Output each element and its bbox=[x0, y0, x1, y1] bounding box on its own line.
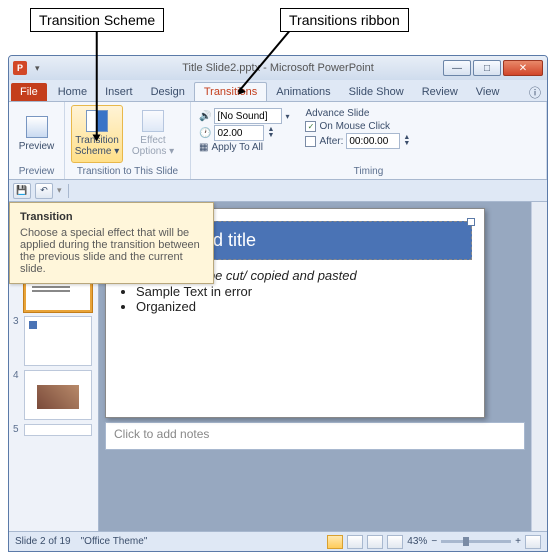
duration-input[interactable] bbox=[214, 125, 264, 141]
app-icon: P bbox=[13, 61, 27, 75]
slideshow-view-button[interactable] bbox=[387, 535, 403, 549]
titlebar: P ▾ Title Slide2.pptx - Microsoft PowerP… bbox=[9, 56, 547, 80]
thumb-number: 4 bbox=[13, 370, 21, 381]
effect-options-icon bbox=[142, 110, 164, 132]
annotation-ribbon: Transitions ribbon bbox=[280, 8, 409, 32]
tab-file[interactable]: File bbox=[11, 83, 47, 101]
reading-view-button[interactable] bbox=[367, 535, 383, 549]
app-window: P ▾ Title Slide2.pptx - Microsoft PowerP… bbox=[8, 55, 548, 552]
help-icon[interactable]: ⓘ bbox=[529, 84, 541, 101]
window-title: Title Slide2.pptx - Microsoft PowerPoint bbox=[182, 62, 374, 74]
on-mouse-click-label: On Mouse Click bbox=[319, 121, 390, 132]
undo-icon[interactable]: ↶ bbox=[35, 183, 53, 199]
quick-access: 💾 ↶ ▾ bbox=[9, 180, 547, 202]
qat-dropdown-icon[interactable]: ▾ bbox=[35, 63, 40, 74]
tooltip: Transition Choose a special effect that … bbox=[9, 202, 214, 284]
zoom-slider[interactable] bbox=[441, 540, 511, 543]
tab-view[interactable]: View bbox=[467, 83, 509, 101]
tab-slideshow[interactable]: Slide Show bbox=[340, 83, 413, 101]
vertical-scrollbar[interactable] bbox=[531, 202, 547, 531]
content-area: 1 2 3 4 5 Click to add title bbox=[9, 202, 547, 531]
ribbon-tabs: File Home Insert Design Transitions Anim… bbox=[9, 80, 547, 102]
spinner-icon[interactable]: ▲▼ bbox=[267, 127, 274, 138]
ribbon: Preview Preview Transition Scheme ▾ Effe… bbox=[9, 102, 547, 180]
tab-review[interactable]: Review bbox=[413, 83, 467, 101]
preview-icon bbox=[26, 116, 48, 138]
tab-animations[interactable]: Animations bbox=[267, 83, 339, 101]
sorter-view-button[interactable] bbox=[347, 535, 363, 549]
group-timing-label: Timing bbox=[191, 165, 546, 179]
thumbnail-5[interactable] bbox=[24, 424, 92, 436]
group-transition-label: Transition to This Slide bbox=[65, 165, 190, 179]
thumbnail-4[interactable] bbox=[24, 370, 92, 420]
bullet-item[interactable]: Organized bbox=[136, 299, 472, 314]
tooltip-body: Choose a special effect that will be app… bbox=[20, 227, 200, 275]
on-mouse-click-checkbox[interactable]: ✓ bbox=[305, 121, 316, 132]
normal-view-button[interactable] bbox=[327, 535, 343, 549]
zoom-out-button[interactable]: − bbox=[431, 536, 437, 547]
advance-slide-heading: Advance Slide bbox=[305, 108, 410, 119]
apply-all-icon: ▦ bbox=[199, 142, 208, 153]
thumb-number: 3 bbox=[13, 316, 21, 327]
close-button[interactable]: ✕ bbox=[503, 60, 543, 76]
duration-icon: 🕐 bbox=[199, 128, 211, 139]
theme-name: "Office Theme" bbox=[81, 536, 148, 547]
effect-options-button[interactable]: Effect Options ▾ bbox=[127, 105, 179, 163]
after-checkbox[interactable] bbox=[305, 136, 316, 147]
save-icon[interactable]: 💾 bbox=[13, 183, 31, 199]
notes-pane[interactable]: Click to add notes bbox=[105, 422, 525, 450]
sound-select[interactable] bbox=[214, 108, 282, 124]
slide-position: Slide 2 of 19 bbox=[15, 536, 71, 547]
tab-design[interactable]: Design bbox=[142, 83, 194, 101]
minimize-button[interactable]: — bbox=[443, 60, 471, 76]
spinner-icon[interactable]: ▲▼ bbox=[403, 135, 410, 146]
dropdown-icon[interactable]: ▾ bbox=[285, 112, 289, 121]
after-input[interactable] bbox=[346, 133, 400, 149]
zoom-percent[interactable]: 43% bbox=[407, 536, 427, 547]
thumbnail-3[interactable] bbox=[24, 316, 92, 366]
zoom-in-button[interactable]: + bbox=[515, 536, 521, 547]
preview-button[interactable]: Preview bbox=[15, 105, 58, 163]
tooltip-title: Transition bbox=[20, 211, 203, 223]
tab-insert[interactable]: Insert bbox=[96, 83, 142, 101]
tab-transitions[interactable]: Transitions bbox=[194, 82, 267, 101]
maximize-button[interactable]: □ bbox=[473, 60, 501, 76]
annotation-scheme: Transition Scheme bbox=[30, 8, 164, 32]
apply-all-button[interactable]: ▦ Apply To All bbox=[199, 142, 289, 153]
tab-home[interactable]: Home bbox=[49, 83, 96, 101]
group-preview-label: Preview bbox=[9, 165, 64, 179]
arrow-head bbox=[93, 135, 101, 142]
arrow-line bbox=[96, 31, 98, 139]
status-bar: Slide 2 of 19 "Office Theme" 43% − + bbox=[9, 531, 547, 551]
after-label: After: bbox=[319, 136, 343, 147]
thumb-number: 5 bbox=[13, 424, 21, 435]
bullet-item[interactable]: Sample Text in error bbox=[136, 284, 472, 299]
sound-icon: 🔊 bbox=[199, 111, 211, 122]
fit-window-button[interactable] bbox=[525, 535, 541, 549]
